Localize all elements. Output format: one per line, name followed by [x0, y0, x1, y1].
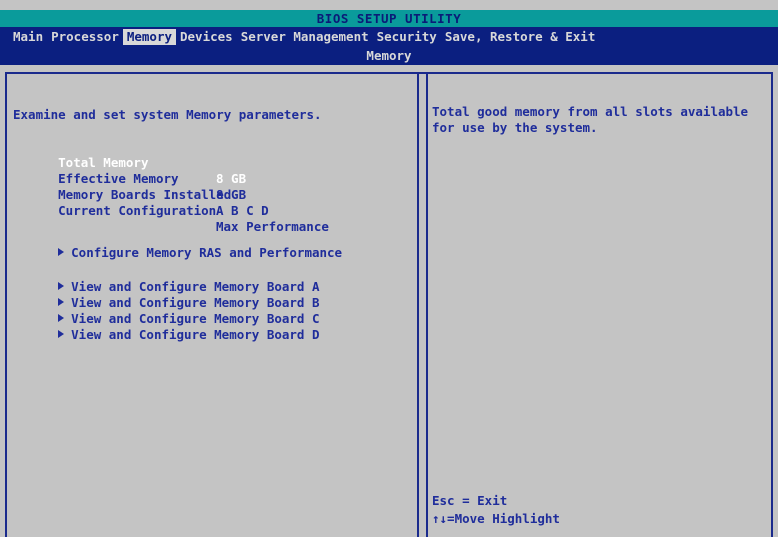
field-total-memory[interactable]: Total Memory 8 GB [13, 139, 413, 186]
pane-description: Examine and set system Memory parameters… [13, 107, 322, 122]
pane-divider-left [417, 72, 419, 537]
submenu-label: Configure Memory RAS and Performance [71, 245, 343, 260]
key-hint-move-highlight: ↑↓=Move Highlight [432, 511, 560, 526]
help-pane: Total good memory from all slots availab… [432, 75, 772, 535]
field-label: Current Configuration [58, 203, 217, 218]
tab-devices[interactable]: Devices [176, 29, 237, 45]
help-text-line: Total good memory from all slots availab… [432, 104, 749, 119]
submenu-memory-board-a[interactable]: View and Configure Memory Board A [13, 263, 320, 294]
tab-main[interactable]: Main [13, 29, 47, 45]
field-effective-memory: Effective Memory 8 GB [13, 155, 413, 202]
submenu-arrow-icon [58, 330, 65, 338]
bios-screen: BIOS SETUP UTILITY Main Processor Memory… [0, 0, 778, 537]
frame-top-border [5, 72, 773, 74]
menu-tabs: Main Processor Memory Devices Server Man… [13, 29, 599, 45]
page-subtitle: Memory [366, 48, 412, 63]
submenu-memory-board-d[interactable]: View and Configure Memory Board D [13, 311, 320, 342]
frame-left-border [5, 72, 7, 537]
submenu-memory-board-b[interactable]: View and Configure Memory Board B [13, 279, 320, 310]
tab-processor[interactable]: Processor [47, 29, 123, 45]
tab-security[interactable]: Security [373, 29, 441, 45]
help-text-line: for use by the system. [432, 120, 598, 135]
pane-divider-right [426, 72, 428, 537]
tab-save-restore-exit[interactable]: Save, Restore & Exit [441, 29, 600, 45]
title-text: BIOS SETUP UTILITY [316, 11, 462, 26]
tab-server-management[interactable]: Server Management [237, 29, 373, 45]
field-value: A B C D [216, 203, 269, 218]
submenu-memory-board-c[interactable]: View and Configure Memory Board C [13, 295, 320, 326]
title-bar: BIOS SETUP UTILITY [0, 10, 778, 27]
menu-bar: Main Processor Memory Devices Server Man… [0, 27, 778, 65]
submenu-configure-memory-ras[interactable]: Configure Memory RAS and Performance [13, 229, 342, 260]
submenu-label: View and Configure Memory Board D [71, 327, 320, 342]
submenu-arrow-icon [58, 248, 65, 256]
field-memory-boards-installed: Memory Boards Installed A B C D [13, 171, 413, 218]
field-current-configuration: Current Configuration Max Performance [13, 187, 413, 234]
tab-memory[interactable]: Memory [122, 29, 176, 45]
key-hint-exit: Esc = Exit [432, 493, 508, 508]
settings-pane: Examine and set system Memory parameters… [10, 75, 415, 535]
